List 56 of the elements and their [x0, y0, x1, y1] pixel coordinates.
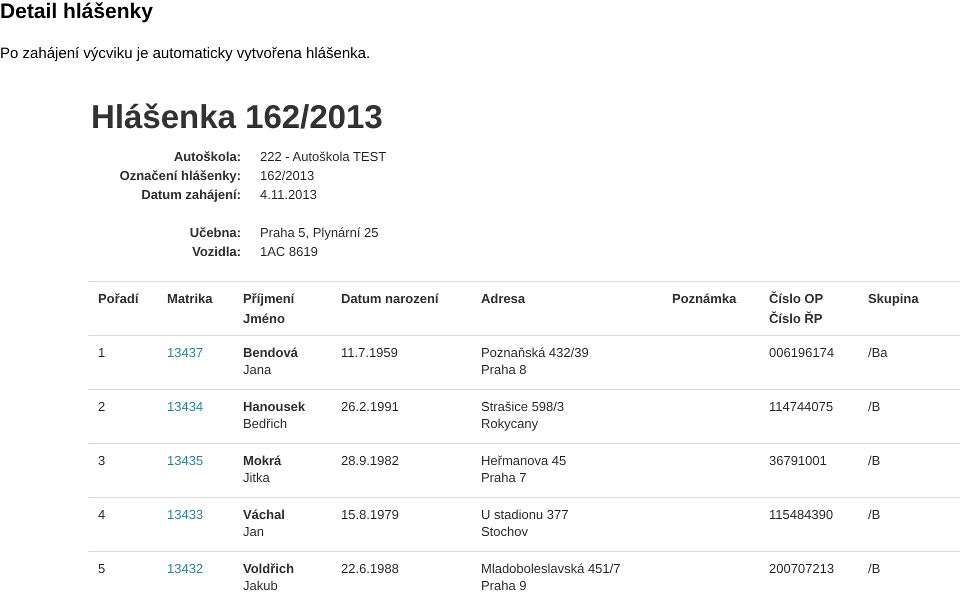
- column-header: Číslo OP Číslo ŘP: [769, 290, 824, 328]
- field-value: 1AC 8619: [260, 242, 318, 261]
- intro-text: Po zahájení výcviku je automaticky vytvořena hlášenka.: [0, 44, 372, 64]
- field-label: Vozidla:: [191, 242, 241, 261]
- table-cell-text: 15.8.1979: [341, 506, 400, 524]
- address-cell-text: Mladoboleslavská 451/7 Praha 9: [481, 560, 622, 595]
- table-cell-text: 11.7.1959: [341, 344, 399, 362]
- table-cell-text: /B: [868, 398, 882, 416]
- name-cell-text: Bendová Jana: [243, 344, 299, 379]
- table-cell-text: 22.6.1988: [341, 560, 400, 578]
- table-cell-text: 114744075: [769, 398, 834, 416]
- table-cell-text: /B: [868, 452, 882, 470]
- table-cell-text: 5: [98, 560, 106, 578]
- name-cell-text: Váchal Jan: [243, 506, 286, 541]
- table-cell-text: 2: [98, 398, 106, 416]
- address-cell-text: Strašice 598/3 Rokycany: [481, 398, 566, 433]
- address-cell-text: Poznaňská 432/39 Praha 8: [481, 344, 590, 379]
- table-cell-text: 115484390: [769, 506, 834, 524]
- column-header: Pořadí: [98, 290, 140, 308]
- field-value: 222 - Autoškola TEST: [260, 148, 386, 166]
- table-cell-text: /B: [868, 560, 882, 578]
- column-header: Příjmení Jméno: [243, 290, 296, 328]
- report-title: Hlášenka 162/2013: [91, 97, 384, 137]
- table-cell-text: 006196174: [769, 344, 836, 362]
- field-label: Datum zahájení:: [140, 186, 241, 204]
- document-heading: Detail hlášenky: [0, 0, 154, 24]
- field-label: Učebna:: [188, 224, 241, 242]
- table-cell-text: 1: [98, 344, 106, 362]
- column-header: Matrika: [167, 290, 214, 308]
- column-header: Datum narození: [341, 290, 440, 308]
- column-header: Poznámka: [672, 290, 738, 308]
- table-cell-text: /Ba: [868, 344, 889, 362]
- table-cell-text: 3: [98, 452, 106, 470]
- register-link[interactable]: 13437: [167, 345, 204, 360]
- table-cell-text: 36791001: [769, 452, 828, 470]
- name-cell-text: Voldřich Jakub: [243, 560, 296, 595]
- register-link[interactable]: 13433: [167, 507, 204, 522]
- table-cell-text: 4: [98, 506, 106, 524]
- name-cell-text: Hanousek Bedřich: [243, 398, 306, 433]
- register-link[interactable]: 13435: [167, 453, 204, 468]
- name-cell-text: Mokrá Jitka: [243, 452, 282, 487]
- table-cell-text: /B: [868, 506, 882, 524]
- column-header: Adresa: [481, 290, 526, 308]
- register-link[interactable]: 13434: [167, 399, 204, 414]
- column-header: Skupina: [868, 290, 920, 308]
- address-cell-text: U stadionu 377 Stochov: [481, 506, 570, 541]
- address-cell-text: Heřmanova 45 Praha 7: [481, 452, 568, 487]
- field-value: Praha 5, Plynární 25: [260, 224, 379, 242]
- field-value: 162/2013: [260, 166, 314, 185]
- table-cell-text: 200707213: [769, 560, 836, 578]
- register-link[interactable]: 13432: [167, 561, 204, 576]
- field-label: Autoškola:: [172, 148, 241, 166]
- table-cell-text: 28.9.1982: [341, 452, 400, 470]
- field-label: Označení hlášenky:: [118, 166, 241, 185]
- table-cell-text: 26.2.1991: [341, 398, 400, 416]
- field-value: 4.11.2013: [260, 186, 317, 204]
